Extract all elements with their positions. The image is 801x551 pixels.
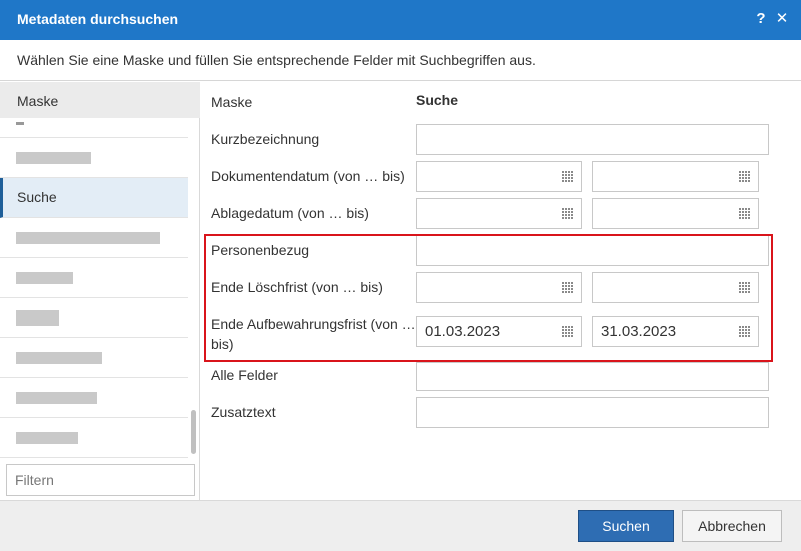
ablagedatum-from-input[interactable]: [416, 198, 582, 229]
ablagedatum-to-input[interactable]: [592, 198, 759, 229]
calendar-icon[interactable]: [739, 208, 751, 220]
highlight-box: [204, 234, 773, 362]
dokumentendatum-from-field[interactable]: [416, 161, 582, 192]
scrollbar-thumb[interactable]: [191, 410, 196, 454]
mask-list-item[interactable]: [0, 418, 188, 458]
mask-sidebar: Maske Suche: [0, 82, 200, 500]
dokumentendatum-label: Dokumentendatum (von … bis): [211, 168, 405, 184]
help-button[interactable]: ?: [752, 9, 770, 29]
mask-list-item[interactable]: [0, 258, 188, 298]
alle-felder-label: Alle Felder: [211, 367, 278, 383]
calendar-icon[interactable]: [562, 208, 574, 220]
redacted-label: [16, 232, 160, 244]
redacted-label: [16, 432, 78, 444]
redacted-label: [16, 352, 102, 364]
mask-list-item[interactable]: [0, 338, 188, 378]
calendar-icon[interactable]: [562, 171, 574, 183]
dokumentendatum-to-input[interactable]: [592, 161, 759, 192]
alle-felder-field[interactable]: [416, 362, 769, 391]
redacted-label: [16, 392, 97, 404]
redacted-label: [16, 272, 73, 284]
calendar-icon[interactable]: [739, 171, 751, 183]
ablagedatum-to-field[interactable]: [592, 198, 759, 229]
redacted-label: [16, 152, 91, 164]
close-button[interactable]: ✕: [773, 9, 791, 29]
mask-list: Suche: [0, 118, 188, 458]
dialog-footer: Suchen Abbrechen: [0, 500, 801, 551]
redacted-label: [16, 122, 24, 125]
redacted-label: [16, 310, 59, 326]
cancel-button[interactable]: Abbrechen: [682, 510, 782, 542]
mask-value: Suche: [416, 92, 459, 108]
dokumentendatum-from-input[interactable]: [416, 161, 582, 192]
window-title: Metadaten durchsuchen: [17, 11, 179, 27]
mask-list-item[interactable]: [0, 218, 188, 258]
title-bar: Metadaten durchsuchen ? ✕: [0, 0, 801, 40]
mask-list-item-label: Suche: [17, 189, 57, 205]
mask-list-item-suche[interactable]: Suche: [0, 178, 188, 218]
search-button[interactable]: Suchen: [578, 510, 674, 542]
ablagedatum-from-field[interactable]: [416, 198, 582, 229]
ablagedatum-label: Ablagedatum (von … bis): [211, 205, 369, 221]
mask-list-scrollbar[interactable]: [189, 118, 199, 458]
instruction-bar: Wählen Sie eine Maske und füllen Sie ent…: [0, 40, 801, 81]
mask-list-item[interactable]: [0, 118, 188, 138]
mask-label: Maske: [211, 94, 253, 110]
sidebar-header: Maske: [0, 82, 200, 118]
filter-input[interactable]: [6, 464, 195, 496]
zusatztext-field[interactable]: [416, 397, 769, 428]
mask-list-item[interactable]: [0, 138, 188, 178]
mask-list-item[interactable]: [0, 298, 188, 338]
dokumentendatum-to-field[interactable]: [592, 161, 759, 192]
sidebar-header-label: Maske: [17, 93, 59, 109]
instruction-text: Wählen Sie eine Maske und füllen Sie ent…: [17, 52, 536, 68]
kurzbezeichnung-field[interactable]: [416, 124, 769, 155]
mask-list-item[interactable]: [0, 378, 188, 418]
kurzbezeichnung-label: Kurzbezeichnung: [211, 131, 320, 147]
zusatztext-label: Zusatztext: [211, 404, 276, 420]
